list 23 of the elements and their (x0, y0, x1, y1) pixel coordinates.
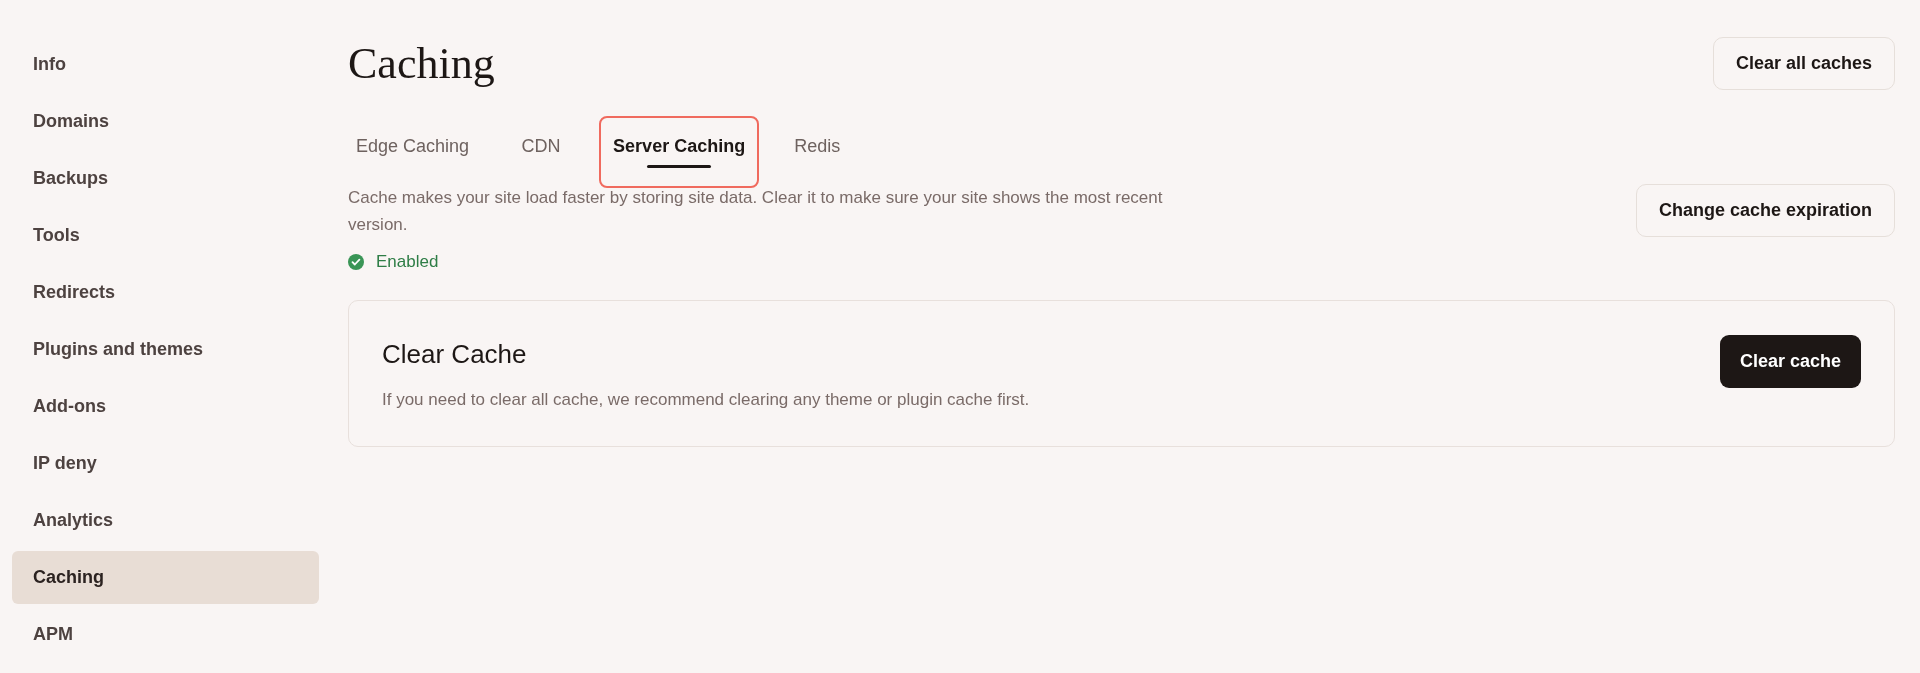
change-expiration-button[interactable]: Change cache expiration (1635, 184, 1895, 237)
sidebar-item[interactable]: Caching (12, 551, 319, 604)
sidebar-item[interactable]: Domains (12, 95, 319, 148)
sidebar-item[interactable]: Add-ons (12, 380, 319, 433)
tab[interactable]: Redis (771, 116, 864, 188)
description-text: Cache makes your site load faster by storing site data. Clear it to make sure your site shows the most recent version. (348, 187, 1164, 236)
sidebar-item[interactable]: Info (12, 38, 319, 91)
sidebar-item[interactable]: IP deny (12, 437, 319, 490)
sidebar-item[interactable]: Tools (12, 209, 319, 262)
clear-all-caches-button[interactable]: Clear all caches (1712, 36, 1895, 90)
status-text: Enabled (376, 252, 439, 272)
tab[interactable]: Edge Caching (342, 116, 484, 188)
sidebar-item[interactable]: APM (12, 608, 319, 661)
clear-cache-button[interactable]: Clear cache (1719, 335, 1861, 388)
tab[interactable]: Server Caching (599, 116, 760, 188)
sidebar-item[interactable]: Backups (12, 152, 319, 205)
sidebar-item[interactable]: Plugins and themes (12, 323, 319, 376)
sidebar-item[interactable]: Redirects (12, 266, 319, 319)
page-title: Caching (348, 37, 495, 89)
card-title: Clear Cache (382, 339, 528, 370)
card-description: If you need to clear all cache, we recommend clearing any theme or plugin cache first. (382, 390, 1030, 410)
sidebar-item[interactable]: Analytics (12, 494, 319, 547)
tab[interactable]: CDN (495, 116, 588, 188)
